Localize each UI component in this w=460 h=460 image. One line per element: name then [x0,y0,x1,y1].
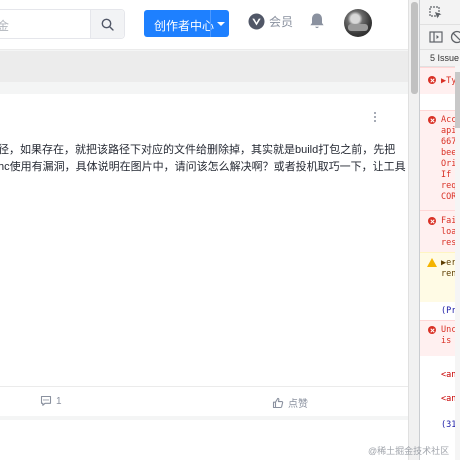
error-icon [428,76,436,84]
error-icon [428,116,436,124]
console-error[interactable]: ▶Ty [420,67,460,94]
web-page: 金 创作者中心 会员 径，如果存在，就把该路径下对应的文件给删除掉，其实就是bu… [0,0,408,460]
console-error[interactable]: Unca is r [420,320,460,356]
page-scrollbar[interactable] [408,0,419,460]
vip-label: 会员 [269,15,294,29]
post-line-1: 径，如果存在，就把该路径下对应的文件给删除掉，其实就是build打包之前，先把 [0,144,396,156]
creator-center-label: 创作者中心 [154,19,215,33]
comment-button[interactable]: 1 [40,395,62,407]
vip-badge-icon [248,13,265,30]
error-icon [428,326,436,334]
clear-console-icon[interactable] [450,30,460,44]
bell-icon [310,13,324,29]
devtools-panel: 5 Issue ▶Ty Acce api/ 6678 been Orig If … [419,0,460,460]
console-warning[interactable]: ▶er rend [420,252,460,302]
issues-counter[interactable]: 5 Issue [420,50,460,67]
inspect-element-icon[interactable] [429,6,443,20]
search-button[interactable] [90,10,124,38]
comment-icon [40,395,52,406]
top-navbar: 金 创作者中心 会员 [0,0,408,50]
error-icon [428,217,436,225]
search-box[interactable]: 金 [0,9,125,39]
vip-link[interactable]: 会员 [248,13,293,30]
button-divider [210,10,211,37]
console-log[interactable]: (316 [420,416,460,434]
console-log[interactable]: <and [420,366,460,384]
console-log[interactable]: (Pro [420,302,460,320]
comment-count: 1 [56,395,62,407]
next-post-card [0,420,408,460]
watermark: @稀土掘金技术社区 [368,446,450,456]
post-actions: 1 点赞 [0,386,408,416]
post-card: 径，如果存在，就把该路径下对应的文件给删除掉，其实就是build打包之前，先把 … [0,94,408,416]
devtools-scrollbar-thumb[interactable] [455,72,460,128]
thumbs-up-icon [272,397,284,408]
like-label: 点赞 [288,399,308,410]
page-scrollbar-thumb[interactable] [411,2,418,94]
like-button[interactable]: 点赞 [272,395,308,410]
sidebar-toggle-icon[interactable] [429,30,443,44]
more-vertical-icon[interactable] [371,112,379,124]
avatar[interactable] [344,9,372,37]
screen: 金 创作者中心 会员 径，如果存在，就把该路径下对应的文件给删除掉，其实就是bu… [0,0,460,460]
search-icon [101,18,114,31]
sub-navbar [0,51,408,82]
post-content: 径，如果存在，就把该路径下对应的文件给删除掉，其实就是build打包之前，先把 … [0,142,406,176]
warning-icon [427,258,437,267]
console-toolbar [420,25,460,50]
notification-bell[interactable] [309,12,325,35]
console-error[interactable]: Fail load reso [420,210,460,252]
console-error[interactable]: Acce api/ 6678 been Orig If a requ CORS [420,110,460,210]
creator-center-button[interactable]: 创作者中心 [144,10,229,37]
devtools-tab-bar [420,0,460,25]
console-log[interactable]: <and [420,390,460,408]
post-line-2: hc使用有漏洞，具体说明在图片中，请问该怎么解决啊？或者投机取巧一下，让工具 [0,161,406,173]
search-input[interactable]: 金 [0,17,9,34]
chevron-down-icon[interactable] [217,22,225,26]
